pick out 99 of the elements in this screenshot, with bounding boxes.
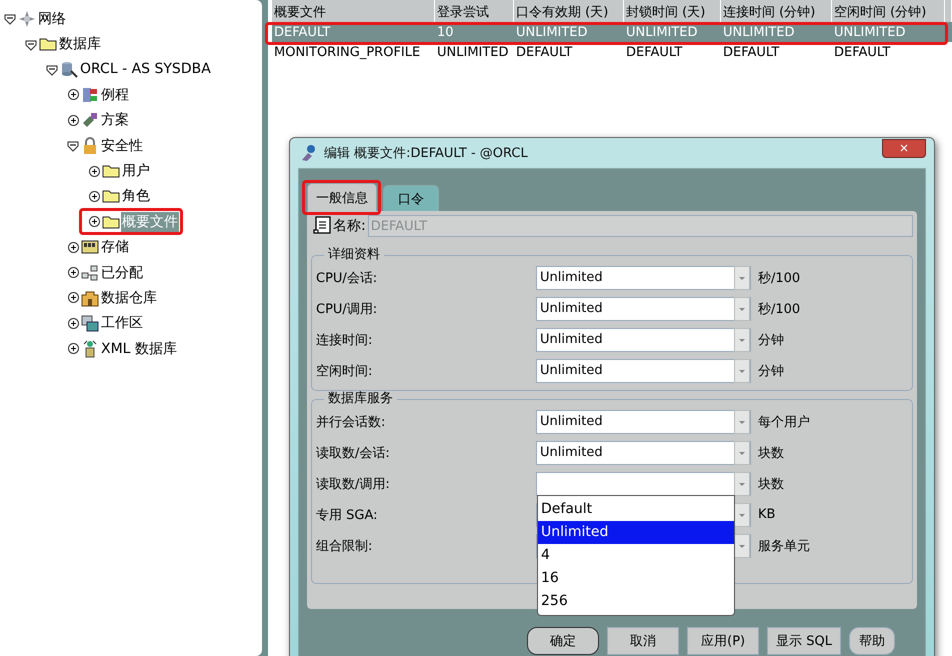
database-icon <box>60 60 78 78</box>
column-header[interactable]: 封锁时间 (天) <box>624 0 721 22</box>
collapse-icon[interactable] <box>46 62 59 76</box>
unit-label: 服务单元 <box>758 538 810 554</box>
dropdown-field[interactable]: Unlimited <box>536 296 751 320</box>
tab[interactable]: 一般信息 <box>307 183 377 211</box>
tools-icon <box>81 111 99 130</box>
table-cell-text: DEFAULT <box>515 44 574 60</box>
field-label: 并行会话数: <box>316 414 386 430</box>
expand-icon[interactable] <box>67 88 80 102</box>
field-label: 读取数/调用: <box>316 476 391 492</box>
unit-label: 秒/100 <box>758 300 800 318</box>
tree-item[interactable]: 数据仓库 <box>100 288 158 308</box>
unit-label: 分钟 <box>758 332 784 348</box>
dropdown-field[interactable]: Unlimited <box>536 266 751 290</box>
table-cell-text: UNLIMITED <box>833 24 907 40</box>
expand-icon[interactable] <box>67 266 80 280</box>
field-label: 名称: <box>333 217 366 235</box>
table-cell-text: UNLIMITED <box>625 24 699 40</box>
dialog-button[interactable]: 取消 <box>607 627 680 655</box>
table-row[interactable]: MONITORING_PROFILE UNLIMITED DEFAULT DEFAULT DEFAULT DEFAULT <box>272 42 952 62</box>
column-header[interactable]: 登录尝试 <box>435 0 514 22</box>
table-cell-text: UNLIMITED <box>722 24 796 40</box>
group-title: 数据库服务 <box>324 391 397 407</box>
server-icon <box>81 86 99 104</box>
nodes-icon <box>81 264 99 282</box>
unit-label: 块数 <box>758 444 784 462</box>
app-icon <box>300 144 318 162</box>
column-header[interactable]: 概要文件 <box>272 0 435 22</box>
dropdown-option[interactable]: Unlimited <box>538 521 734 544</box>
field-label: CPU/会话: <box>316 270 378 286</box>
window-title: 编辑 概要文件:DEFAULT - @ORCL <box>324 145 529 162</box>
tree-item[interactable]: ORCL - AS SYSDBA <box>79 59 212 80</box>
dialog-button[interactable]: 显示 SQL <box>767 627 841 655</box>
column-header[interactable]: 连接时间 (分钟) <box>721 0 832 22</box>
collapse-icon[interactable] <box>25 38 38 51</box>
column-header[interactable]: 空闲时间 (分钟) <box>832 0 945 22</box>
expand-icon[interactable] <box>88 215 101 228</box>
tree-item[interactable]: 安全性 <box>100 136 144 156</box>
tree-item[interactable]: 用户 <box>121 161 151 182</box>
dropdown-option[interactable]: 4 <box>538 544 734 567</box>
close-button[interactable]: × <box>882 138 926 158</box>
unit-label: 每个用户 <box>758 414 810 430</box>
dropdown-field[interactable]: Unlimited <box>536 358 751 382</box>
tree-item[interactable]: 存储 <box>100 237 130 258</box>
field-label: 连接时间: <box>316 332 374 348</box>
dialog-button[interactable]: 帮助 <box>849 627 895 655</box>
warehouse-icon <box>81 288 99 307</box>
field-label: 组合限制: <box>316 538 374 554</box>
expand-icon[interactable] <box>67 316 80 330</box>
collapse-icon[interactable] <box>4 12 17 26</box>
dropdown-option[interactable]: 16 <box>538 567 734 590</box>
network-icon <box>18 10 36 28</box>
lock-icon <box>81 136 99 155</box>
dropdown-field[interactable]: Unlimited <box>536 410 751 434</box>
table-cell-text: UNLIMITED <box>515 24 589 40</box>
tree-item[interactable]: 例程 <box>100 84 130 105</box>
field-label: CPU/调用: <box>316 300 378 318</box>
dropdown-field[interactable]: Unlimited <box>536 440 751 464</box>
field-label: 专用 SGA: <box>316 506 379 524</box>
dropdown-field[interactable]: Unlimited <box>536 328 751 352</box>
tree-item[interactable]: 方案 <box>100 110 130 130</box>
field-label: 读取数/会话: <box>316 444 391 462</box>
unit-label: 块数 <box>758 476 784 492</box>
tree-item[interactable]: 网络 <box>37 8 67 29</box>
unit-label: KB <box>758 507 776 522</box>
unit-label: 分钟 <box>758 362 784 380</box>
dropdown-option[interactable]: 256 <box>538 590 734 613</box>
tree-item[interactable]: 工作区 <box>100 313 144 334</box>
table-cell-text: DEFAULT <box>625 44 684 60</box>
storage-icon <box>81 238 99 256</box>
tree-item[interactable]: 已分配 <box>100 262 144 283</box>
workspace-icon <box>81 314 99 332</box>
expand-icon[interactable] <box>67 114 80 127</box>
expand-icon[interactable] <box>67 342 80 356</box>
dialog-button[interactable]: 应用(P) <box>687 627 760 655</box>
table-cell-text: DEFAULT <box>722 44 780 60</box>
expand-icon[interactable] <box>88 164 101 178</box>
dialog-button[interactable]: 确定 <box>527 627 600 655</box>
dropdown-field[interactable] <box>536 472 751 496</box>
unit-label: 秒/100 <box>758 270 800 286</box>
table-cell-text: 10 <box>436 24 455 40</box>
tab[interactable]: 口令 <box>383 185 439 211</box>
group-title: 详细资料 <box>324 247 384 263</box>
table-cell-text: DEFAULT <box>833 44 892 60</box>
tree-item[interactable]: XML 数据库 <box>100 338 178 359</box>
dropdown-option[interactable]: Default <box>538 498 734 521</box>
collapse-icon[interactable] <box>67 139 80 152</box>
tree-item[interactable]: 角色 <box>121 186 151 206</box>
xml-icon <box>81 340 99 358</box>
expand-icon[interactable] <box>67 240 80 254</box>
table-cell-text: DEFAULT <box>273 24 332 40</box>
column-header[interactable]: 口令有效期 (天) <box>514 0 624 22</box>
tree-item[interactable]: 数据库 <box>58 34 102 54</box>
expand-icon[interactable] <box>88 190 101 203</box>
table-cell-text: UNLIMITED <box>436 44 510 60</box>
expand-icon[interactable] <box>67 291 80 304</box>
field-label: 空闲时间: <box>316 362 374 380</box>
table-cell-text: MONITORING_PROFILE <box>273 44 422 60</box>
